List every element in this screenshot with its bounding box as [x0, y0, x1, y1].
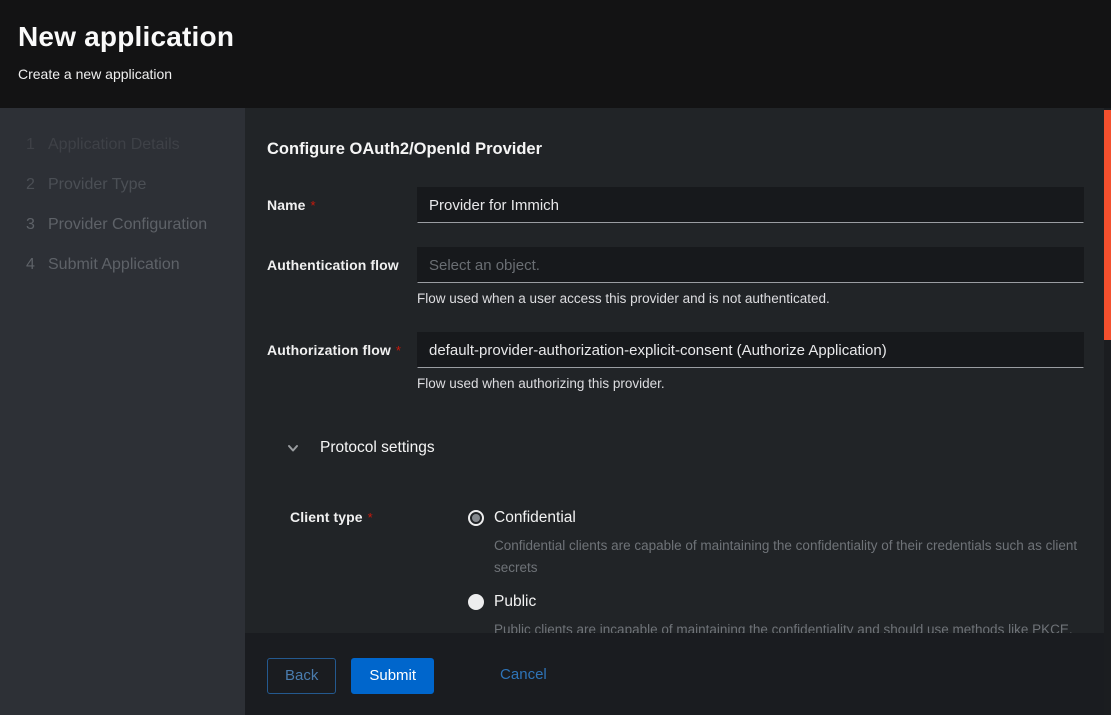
wizard-header: New application Create a new application	[0, 0, 1111, 108]
authentication-flow-label: Authentication flow	[267, 247, 417, 308]
protocol-settings-title: Protocol settings	[320, 439, 435, 457]
submit-button[interactable]: Submit	[351, 658, 434, 694]
wizard-step-submit-application[interactable]: 4 Submit Application	[0, 256, 245, 275]
client-type-row: Client type* Confidential Confidential c…	[290, 509, 1084, 633]
cancel-link[interactable]: Cancel	[500, 658, 547, 683]
authorization-flow-row: Authorization flow* Flow used when autho…	[267, 332, 1084, 393]
step-label: Submit Application	[48, 256, 180, 274]
form-heading: Configure OAuth2/OpenId Provider	[267, 140, 1084, 159]
name-label: Name*	[267, 187, 417, 223]
radio-option-label: Public	[494, 593, 536, 611]
wizard-step-provider-configuration[interactable]: 3 Provider Configuration	[0, 216, 245, 235]
step-label: Provider Configuration	[48, 216, 207, 234]
radio-option-description: Confidential clients are capable of main…	[494, 535, 1084, 578]
chevron-down-icon	[286, 441, 300, 455]
required-indicator: *	[368, 510, 373, 525]
page-subtitle: Create a new application	[18, 66, 1093, 82]
step-number: 3	[26, 216, 48, 234]
page-title: New application	[18, 21, 1093, 53]
wizard-step-application-details[interactable]: 1 Application Details	[0, 136, 245, 155]
client-type-label: Client type*	[290, 509, 440, 633]
back-button[interactable]: Back	[267, 658, 336, 694]
wizard-main-panel: Configure OAuth2/OpenId Provider Name* A…	[245, 108, 1104, 715]
radio-selected-icon[interactable]	[468, 510, 484, 526]
wizard-footer: Back Submit Cancel	[245, 633, 1104, 715]
authentication-flow-help: Flow used when a user access this provid…	[417, 290, 1084, 308]
authorization-flow-select[interactable]	[417, 332, 1084, 368]
scrollbar-thumb[interactable]	[1104, 110, 1111, 340]
client-type-option-confidential: Confidential Confidential clients are ca…	[468, 509, 1084, 578]
provider-config-form: Configure OAuth2/OpenId Provider Name* A…	[245, 108, 1104, 633]
radio-option-label: Confidential	[494, 509, 576, 527]
wizard-step-provider-type[interactable]: 2 Provider Type	[0, 176, 245, 195]
authentication-flow-select[interactable]	[417, 247, 1084, 283]
name-field-row: Name*	[267, 187, 1084, 223]
protocol-settings-toggle[interactable]: Protocol settings	[286, 439, 1084, 457]
client-type-option-public: Public Public clients are incapable of m…	[468, 593, 1084, 633]
step-number: 1	[26, 136, 48, 154]
authorization-flow-label: Authorization flow*	[267, 332, 417, 393]
vertical-scrollbar[interactable]	[1104, 108, 1111, 715]
required-indicator: *	[396, 343, 401, 358]
step-number: 2	[26, 176, 48, 194]
step-number: 4	[26, 256, 48, 274]
required-indicator: *	[311, 198, 316, 213]
step-label: Application Details	[48, 136, 180, 154]
name-input[interactable]	[417, 187, 1084, 223]
wizard-step-nav: 1 Application Details 2 Provider Type 3 …	[0, 108, 245, 715]
radio-option-description: Public clients are incapable of maintain…	[494, 619, 1084, 633]
radio-unselected-icon[interactable]	[468, 594, 484, 610]
authentication-flow-row: Authentication flow Flow used when a use…	[267, 247, 1084, 308]
authorization-flow-help: Flow used when authorizing this provider…	[417, 375, 1084, 393]
step-label: Provider Type	[48, 176, 146, 194]
